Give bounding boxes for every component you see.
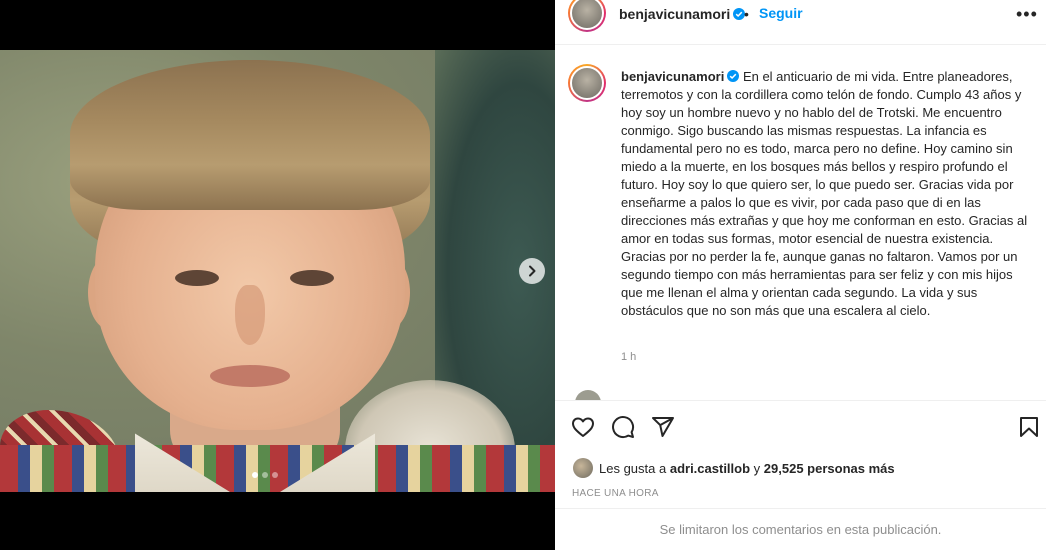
- action-bar: [555, 400, 1046, 456]
- caption-time[interactable]: 1 h: [621, 351, 636, 363]
- avatar[interactable]: [568, 0, 606, 32]
- photo-eye-left: [175, 270, 219, 286]
- comment-button[interactable]: [611, 415, 637, 441]
- comments-limited-notice: Se limitaron los comentarios en esta pub…: [555, 508, 1046, 550]
- comment-avatar[interactable]: [575, 390, 601, 400]
- likes-prefix: Les gusta a: [599, 460, 667, 476]
- post-photo[interactable]: [0, 50, 555, 492]
- chevron-right-icon: [529, 265, 536, 277]
- post-media: [0, 0, 555, 550]
- liker-avatar[interactable]: [573, 458, 593, 478]
- save-button[interactable]: [1017, 415, 1043, 441]
- header-username[interactable]: benjavicunamori: [619, 6, 746, 22]
- like-button[interactable]: [571, 415, 597, 441]
- username-text[interactable]: benjavicunamori: [619, 6, 730, 22]
- follow-button[interactable]: Seguir: [759, 5, 803, 21]
- photo-mouth: [210, 365, 290, 387]
- photo-fringe: [70, 60, 430, 210]
- carousel-dot: [272, 472, 278, 478]
- likes-user-link[interactable]: adri.castillob: [670, 461, 750, 476]
- post-caption: benjavicunamori En el anticuario de mi v…: [621, 68, 1031, 320]
- share-button[interactable]: [651, 415, 677, 441]
- post-panel: benjavicunamori • Seguir ••• benjavicuna…: [555, 0, 1046, 550]
- comment-peek: [575, 390, 875, 400]
- bookmark-icon: [1020, 417, 1038, 437]
- posted-timestamp[interactable]: HACE UNA HORA: [572, 488, 659, 499]
- caption-username[interactable]: benjavicunamori: [621, 69, 724, 84]
- heart-icon: [572, 417, 594, 437]
- likes-connector: y: [753, 460, 761, 476]
- carousel-dot: [262, 472, 268, 478]
- carousel-dot: [252, 472, 258, 478]
- likes-summary: Les gusta a adri.castillob y 29,525 pers…: [573, 458, 895, 478]
- likes-count-link[interactable]: 29,525 personas más: [764, 461, 895, 476]
- more-options-icon[interactable]: •••: [1016, 4, 1038, 25]
- verified-badge-icon: [727, 70, 740, 82]
- share-icon: [652, 417, 674, 437]
- carousel-next-button[interactable]: [519, 258, 545, 284]
- caption-avatar[interactable]: [568, 64, 606, 102]
- post-header: benjavicunamori • Seguir •••: [555, 0, 1046, 45]
- carousel-dots: [252, 472, 278, 478]
- caption-section: benjavicunamori En el anticuario de mi v…: [555, 46, 1046, 400]
- comment-icon: [612, 416, 635, 439]
- photo-eye-right: [290, 270, 334, 286]
- caption-text: En el anticuario de mi vida. Entre plane…: [621, 69, 1028, 318]
- header-separator: •: [744, 6, 749, 22]
- photo-sweater: [0, 445, 555, 492]
- photo-nose: [235, 285, 265, 345]
